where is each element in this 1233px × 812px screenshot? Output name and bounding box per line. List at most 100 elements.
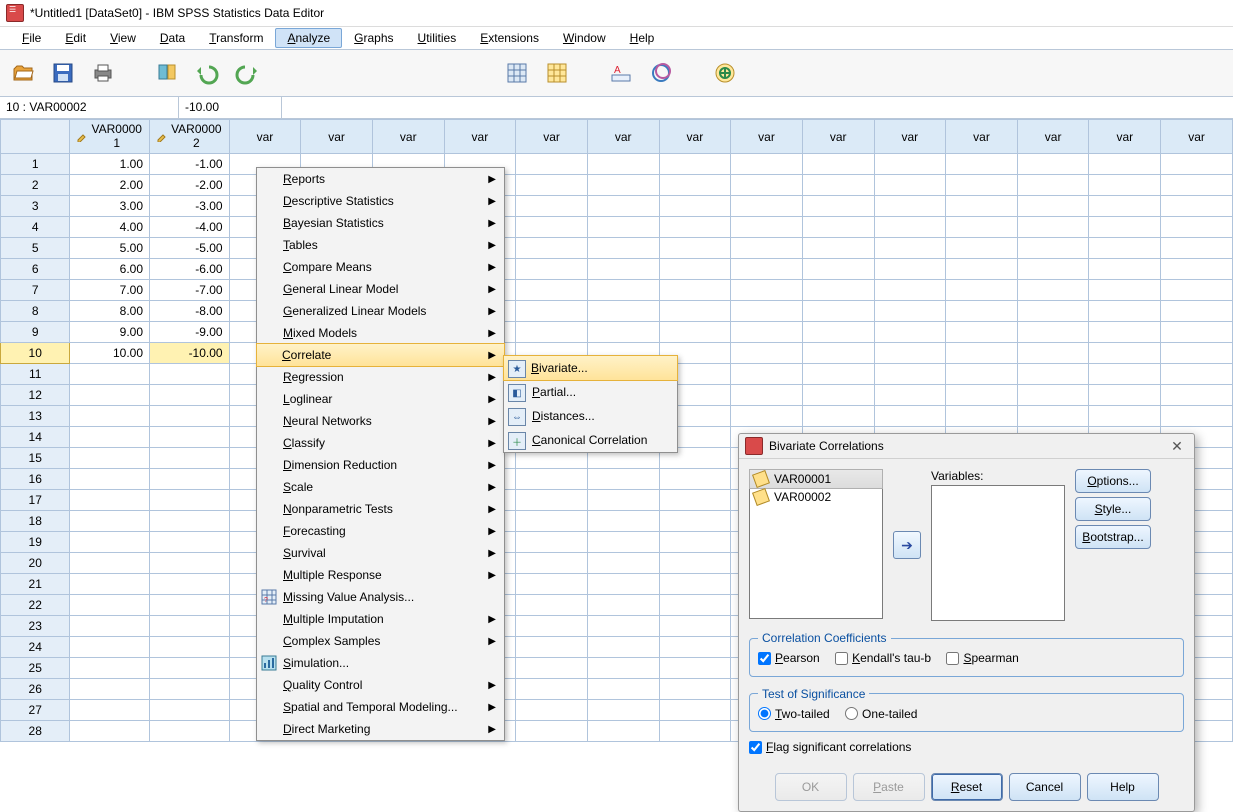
row-header[interactable]: 24 <box>1 637 70 658</box>
row-header[interactable]: 23 <box>1 616 70 637</box>
row-header[interactable]: 8 <box>1 301 70 322</box>
data-cell[interactable] <box>516 217 588 238</box>
source-variable-list[interactable]: VAR00001VAR00002 <box>749 469 883 619</box>
row-header[interactable]: 27 <box>1 700 70 721</box>
reset-button[interactable]: Reset <box>931 773 1003 801</box>
cell-value-box[interactable]: -10.00 <box>179 97 282 118</box>
data-cell[interactable] <box>516 637 588 658</box>
data-cell[interactable] <box>1161 154 1233 175</box>
data-cell[interactable] <box>1161 196 1233 217</box>
data-cell[interactable] <box>70 364 150 385</box>
column-header-blank[interactable]: var <box>1161 120 1233 154</box>
data-cell[interactable] <box>1161 364 1233 385</box>
data-cell[interactable] <box>1017 259 1089 280</box>
row-header[interactable]: 12 <box>1 385 70 406</box>
data-cell[interactable] <box>946 175 1018 196</box>
menu-utilities[interactable]: Utilities <box>406 28 469 48</box>
run-button[interactable] <box>710 58 740 88</box>
row-header[interactable]: 11 <box>1 364 70 385</box>
data-cell[interactable] <box>70 427 150 448</box>
data-cell[interactable] <box>1161 259 1233 280</box>
data-cell[interactable] <box>150 427 230 448</box>
analyze-menu-item[interactable]: Simulation... <box>257 652 504 674</box>
data-cell[interactable] <box>150 469 230 490</box>
redo-button[interactable] <box>232 58 262 88</box>
data-cell[interactable] <box>70 595 150 616</box>
row-header[interactable]: 6 <box>1 259 70 280</box>
data-cell[interactable] <box>150 448 230 469</box>
data-cell[interactable] <box>587 196 659 217</box>
data-cell[interactable] <box>1089 259 1161 280</box>
column-header-blank[interactable]: var <box>1089 120 1161 154</box>
analyze-menu-item[interactable]: Bayesian Statistics▶ <box>257 212 504 234</box>
data-cell[interactable] <box>659 616 731 637</box>
data-cell[interactable] <box>587 280 659 301</box>
open-button[interactable] <box>8 58 38 88</box>
data-cell[interactable] <box>1017 217 1089 238</box>
data-cell[interactable] <box>1089 406 1161 427</box>
data-cell[interactable] <box>1161 406 1233 427</box>
data-cell[interactable] <box>150 679 230 700</box>
data-cell[interactable] <box>1089 175 1161 196</box>
data-cell[interactable] <box>516 154 588 175</box>
analyze-menu-item[interactable]: Correlate▶ <box>256 343 505 367</box>
data-cell[interactable]: 9.00 <box>70 322 150 343</box>
data-cell[interactable]: -1.00 <box>150 154 230 175</box>
analyze-menu-item[interactable]: Classify▶ <box>257 432 504 454</box>
data-cell[interactable] <box>587 259 659 280</box>
column-header-blank[interactable]: var <box>1017 120 1089 154</box>
move-right-button[interactable]: ➔ <box>893 531 921 559</box>
ok-button[interactable]: OK <box>775 773 847 801</box>
row-header[interactable]: 10 <box>1 343 70 364</box>
data-cell[interactable] <box>150 511 230 532</box>
data-cell[interactable] <box>70 406 150 427</box>
data-cell[interactable] <box>731 259 803 280</box>
row-header[interactable]: 14 <box>1 427 70 448</box>
analyze-menu-item[interactable]: Complex Samples▶ <box>257 630 504 652</box>
data-cell[interactable] <box>516 700 588 721</box>
data-cell[interactable] <box>802 406 874 427</box>
data-cell[interactable] <box>70 469 150 490</box>
data-cell[interactable] <box>516 196 588 217</box>
data-cell[interactable] <box>1161 301 1233 322</box>
data-cell[interactable] <box>731 154 803 175</box>
data-cell[interactable] <box>70 511 150 532</box>
row-header[interactable]: 1 <box>1 154 70 175</box>
data-cell[interactable] <box>587 637 659 658</box>
data-cell[interactable] <box>1017 301 1089 322</box>
data-cell[interactable] <box>1017 175 1089 196</box>
row-header[interactable]: 26 <box>1 679 70 700</box>
data-cell[interactable] <box>946 406 1018 427</box>
data-cell[interactable] <box>731 343 803 364</box>
row-header[interactable]: 3 <box>1 196 70 217</box>
data-cell[interactable] <box>1089 343 1161 364</box>
data-cell[interactable] <box>874 280 946 301</box>
data-cell[interactable]: -2.00 <box>150 175 230 196</box>
style-button[interactable]: Style... <box>1075 497 1151 521</box>
data-cell[interactable] <box>150 574 230 595</box>
data-cell[interactable] <box>659 637 731 658</box>
row-header[interactable]: 25 <box>1 658 70 679</box>
data-cell[interactable] <box>1089 301 1161 322</box>
data-cell[interactable] <box>1017 280 1089 301</box>
data-cell[interactable] <box>659 154 731 175</box>
column-header-var2[interactable]: VAR00002 <box>150 120 230 154</box>
data-cell[interactable] <box>802 196 874 217</box>
menu-analyze[interactable]: Analyze <box>275 28 342 48</box>
data-cell[interactable] <box>587 553 659 574</box>
data-cell[interactable] <box>802 238 874 259</box>
data-cell[interactable] <box>70 385 150 406</box>
data-cell[interactable] <box>731 217 803 238</box>
data-cell[interactable] <box>802 343 874 364</box>
data-cell[interactable] <box>1017 364 1089 385</box>
data-cell[interactable] <box>1161 385 1233 406</box>
column-header-blank[interactable]: var <box>731 120 803 154</box>
data-cell[interactable] <box>874 385 946 406</box>
data-cell[interactable] <box>1161 175 1233 196</box>
data-cell[interactable] <box>70 553 150 574</box>
data-cell[interactable] <box>587 301 659 322</box>
data-cell[interactable] <box>659 301 731 322</box>
data-cell[interactable] <box>1089 280 1161 301</box>
data-cell[interactable] <box>516 490 588 511</box>
data-cell[interactable] <box>1017 406 1089 427</box>
